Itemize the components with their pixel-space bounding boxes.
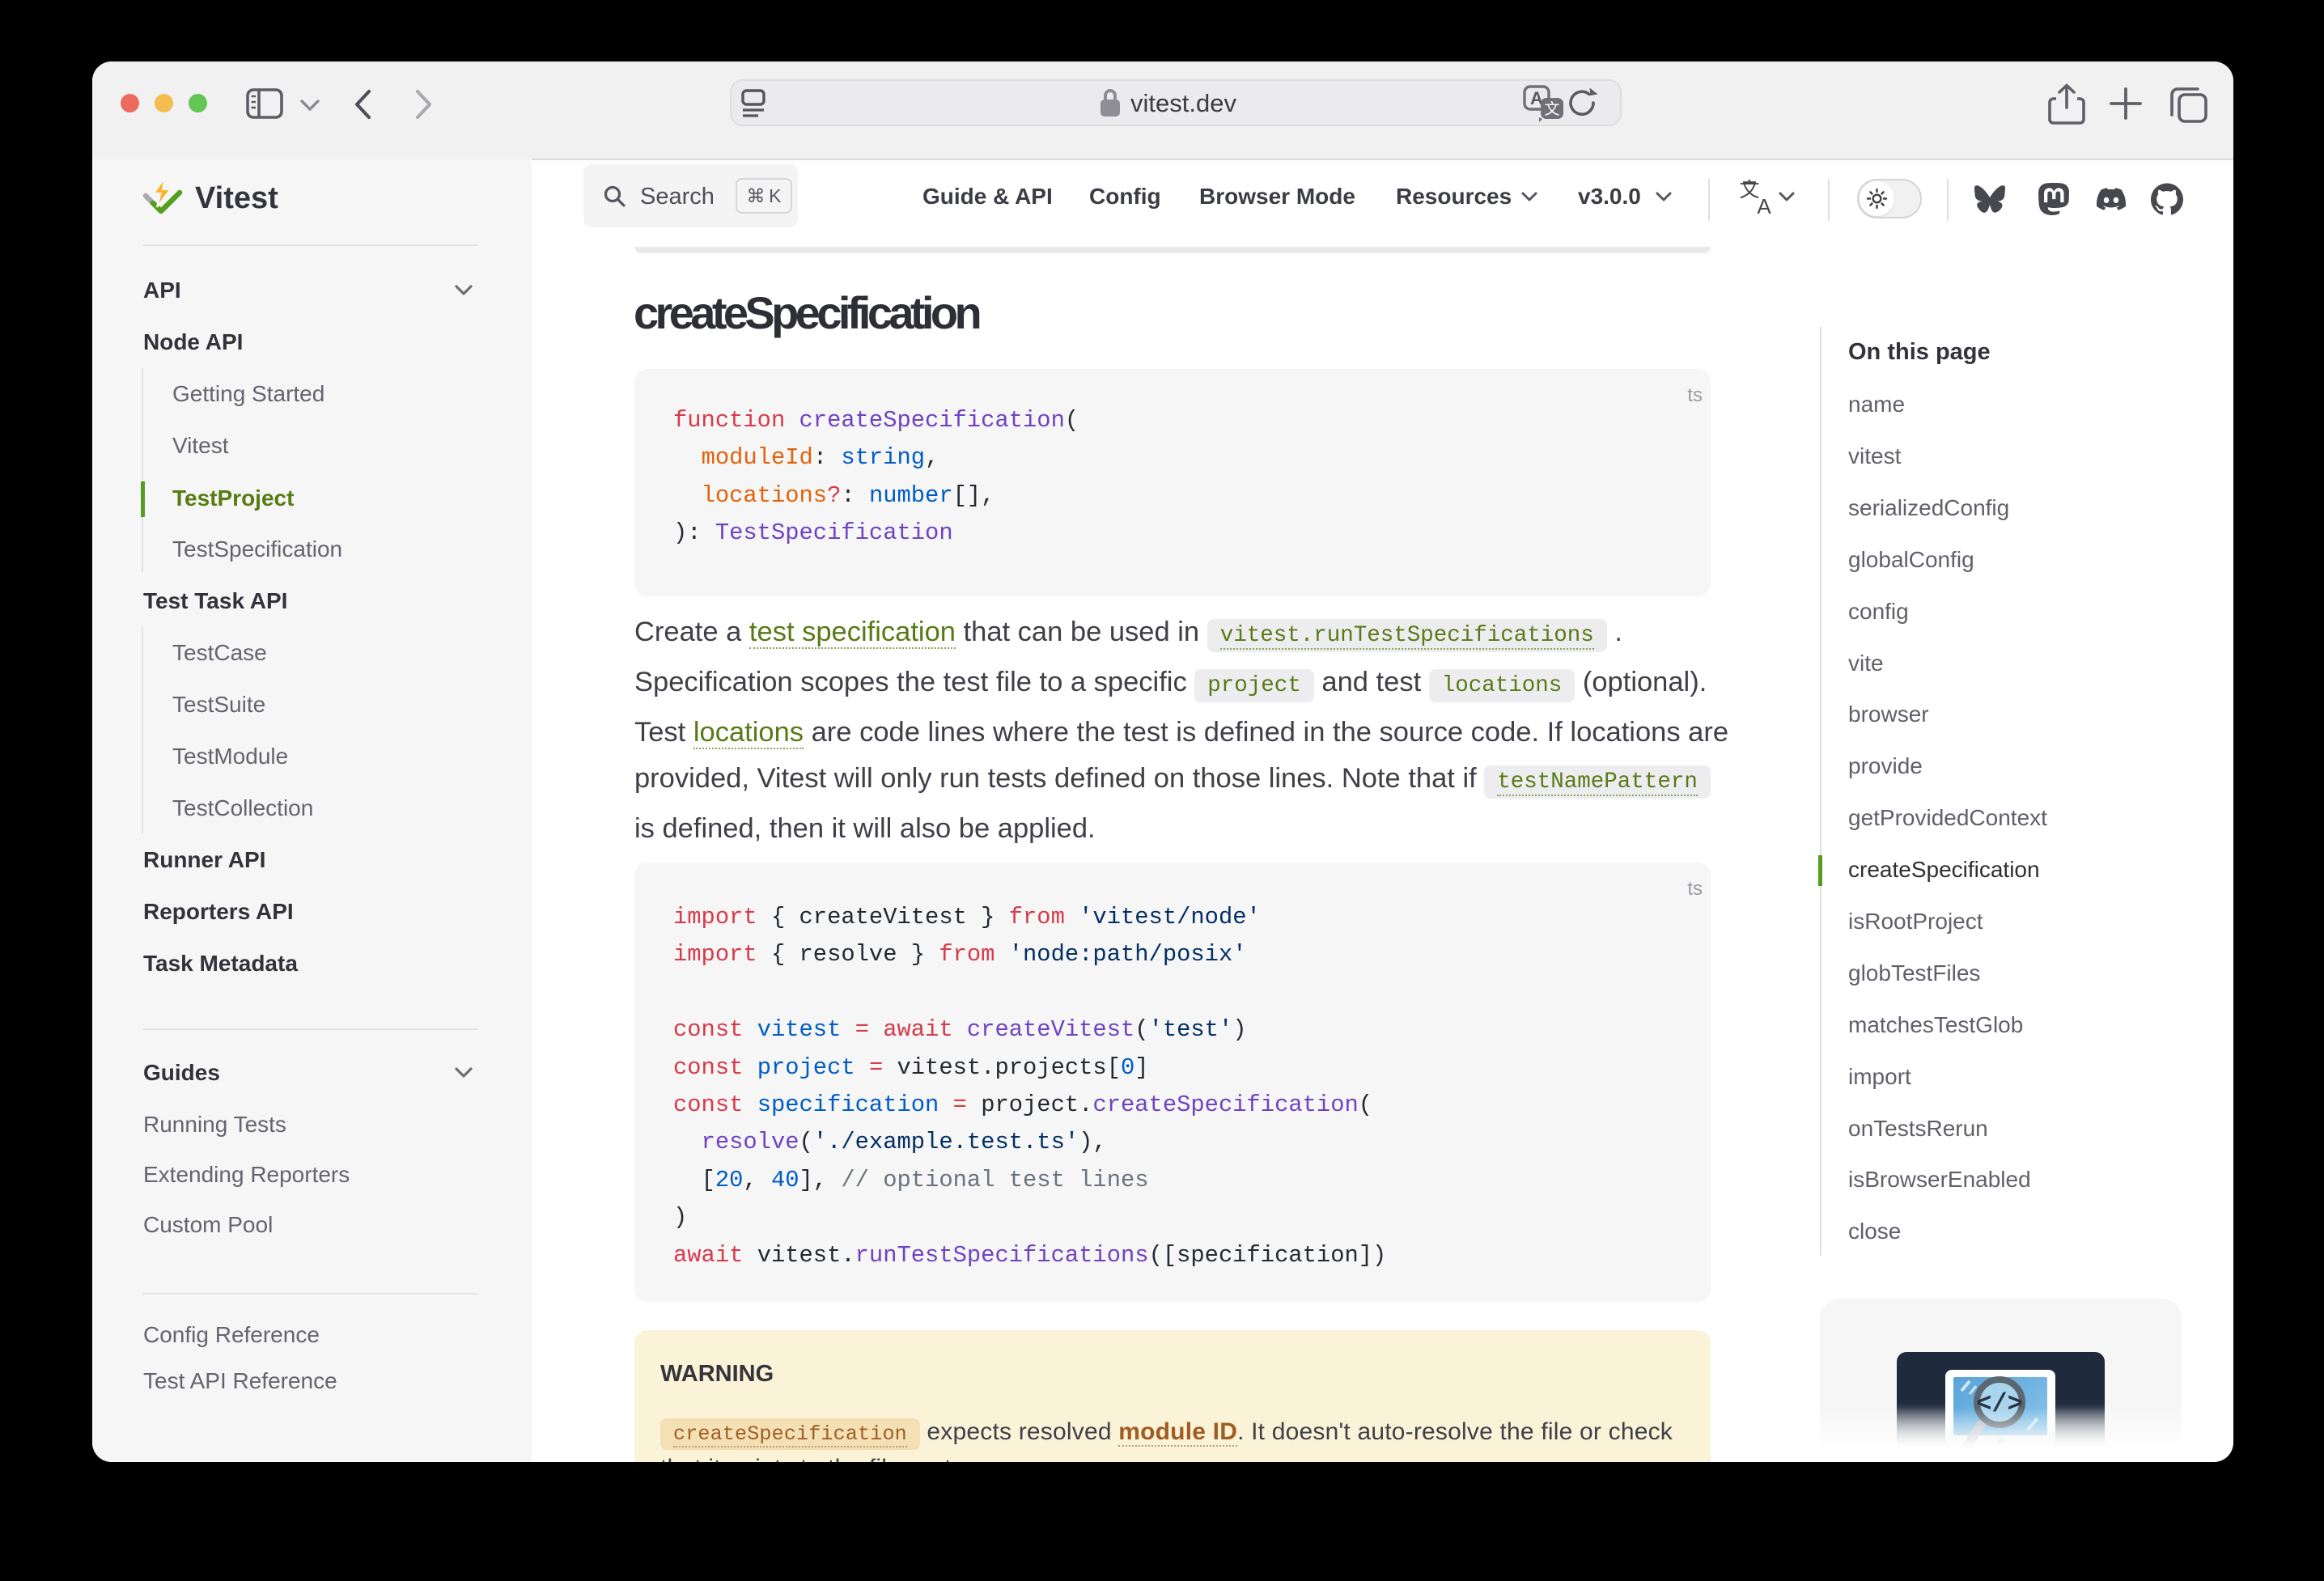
svg-text:A: A <box>1757 194 1771 215</box>
svg-text:文: 文 <box>1544 100 1559 118</box>
